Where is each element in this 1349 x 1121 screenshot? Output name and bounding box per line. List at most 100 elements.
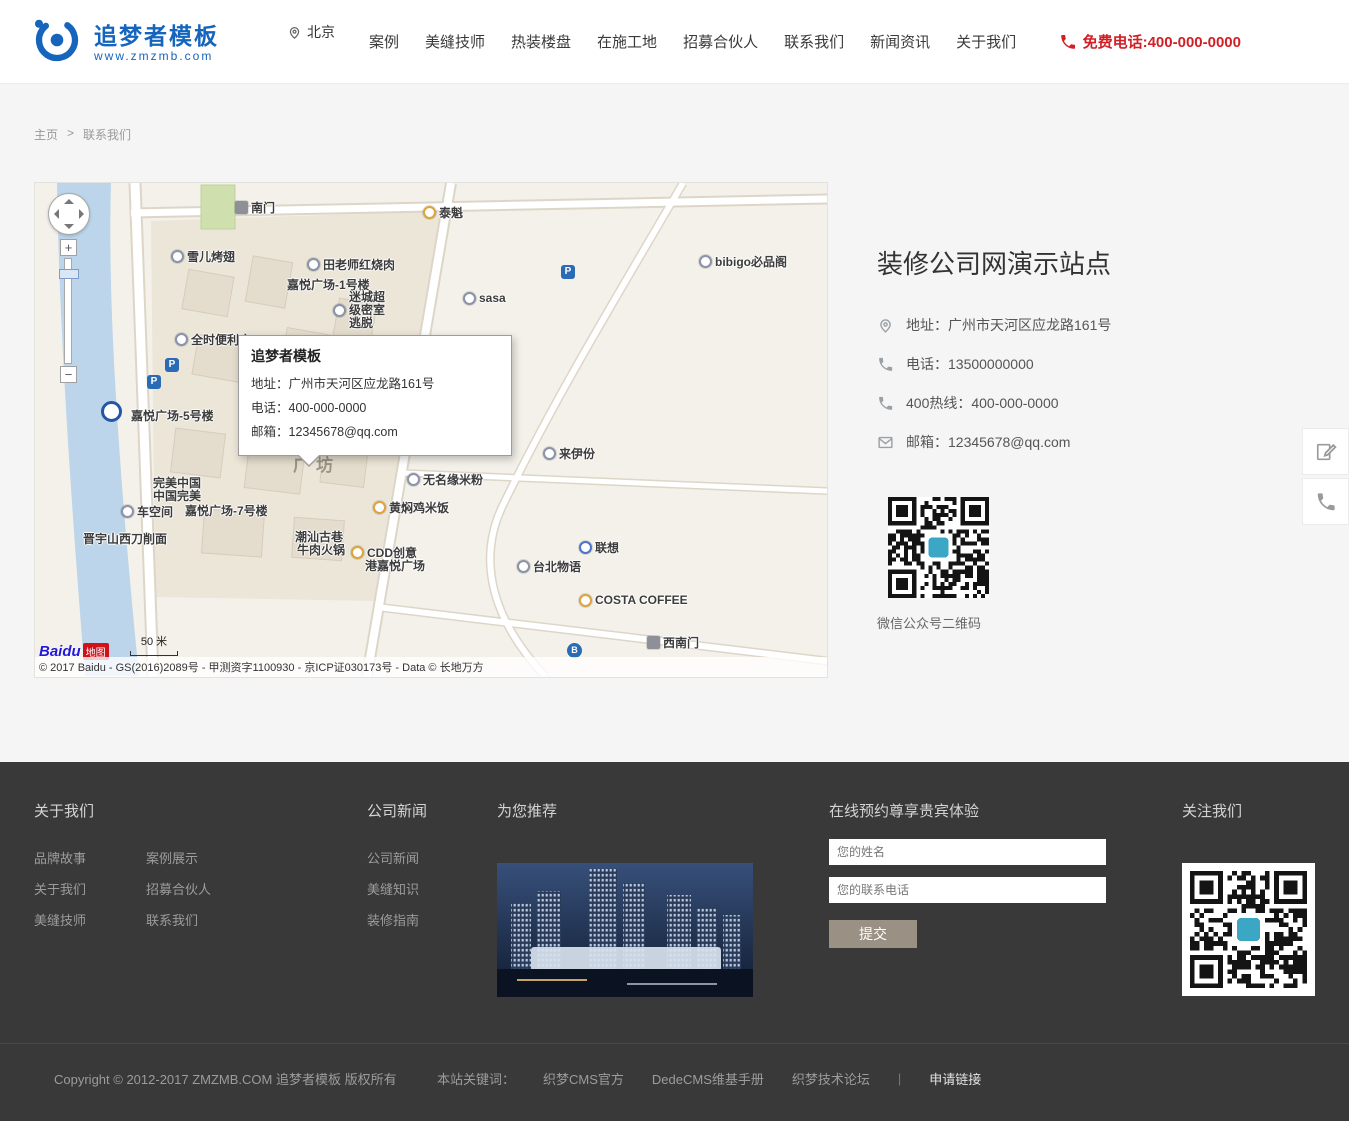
footer-link-cases[interactable]: 案例展示: [146, 849, 211, 868]
footer-link-company-news[interactable]: 公司新闻: [367, 849, 427, 868]
booking-phone-input[interactable]: [829, 877, 1106, 903]
bottom-link-apply[interactable]: 申请链接: [929, 1069, 981, 1088]
poi-icon: [175, 333, 188, 346]
contact-phone-row: 电话：13500000000: [877, 354, 1307, 374]
nav-item-construction-sites[interactable]: 在施工地: [597, 31, 657, 52]
parking-icon: P: [147, 375, 161, 389]
footer-booking-column: 在线预约尊享贵宾体验 提交: [829, 800, 1106, 948]
poi-icon: [579, 594, 592, 607]
footer-follow-title: 关注我们: [1182, 800, 1315, 821]
header: 追梦者模板 www.zmzmb.com 北京 案例 美缝技师 热装楼盘 在施工地…: [0, 0, 1349, 84]
feedback-form-button[interactable]: [1302, 428, 1349, 475]
map-poi: COSTA COFFEE: [579, 593, 688, 607]
footer-link-knowledge[interactable]: 美缝知识: [367, 880, 427, 899]
map-poi: 联想: [579, 539, 619, 556]
phone-icon: [877, 395, 894, 412]
parking-icon: P: [561, 265, 575, 279]
footer-follow-column: 关注我们: [1182, 800, 1315, 996]
nav-item-technicians[interactable]: 美缝技师: [425, 31, 485, 52]
site-logo[interactable]: 追梦者模板 www.zmzmb.com: [30, 13, 219, 72]
recommend-building-image[interactable]: [497, 863, 753, 997]
footer-link-about-us[interactable]: 关于我们: [34, 880, 86, 899]
booking-submit-button[interactable]: 提交: [829, 920, 917, 948]
poi-icon: [517, 560, 530, 573]
wechat-qr-code: [1190, 871, 1307, 988]
bus-stop-icon: B: [567, 643, 582, 658]
map-poi: 车空间: [121, 503, 173, 520]
footer-news-column: 公司新闻 公司新闻 美缝知识 装修指南: [367, 800, 427, 942]
nav-item-recruit-partners[interactable]: 招募合伙人: [683, 31, 758, 52]
bottom-link-dedecms-wiki[interactable]: DedeCMS维基手册: [652, 1069, 764, 1088]
poi-icon: [373, 501, 386, 514]
footer-about-column: 关于我们 品牌故事 关于我们 美缝技师 案例展示 招募合伙人 联系我们: [34, 800, 211, 942]
zoom-in-button[interactable]: +: [60, 239, 77, 256]
footer-link-recruit[interactable]: 招募合伙人: [146, 880, 211, 899]
map-poi: bibigo必品阁: [699, 253, 787, 270]
poi-icon: [423, 206, 436, 219]
nav-item-hot-properties[interactable]: 热装楼盘: [511, 31, 571, 52]
keywords-label: 本站关键词：: [437, 1069, 515, 1088]
parking-icon: P: [165, 358, 179, 372]
contact-hotline: 400热线：400-000-0000: [906, 393, 1059, 413]
bottom-link-dedecms-forum[interactable]: 织梦技术论坛: [792, 1069, 870, 1088]
bottom-link-dedecms-official[interactable]: 织梦CMS官方: [543, 1069, 624, 1088]
map-pan-control[interactable]: [48, 193, 90, 235]
infowindow-email: 邮箱：12345678@qq.com: [251, 421, 499, 440]
call-button[interactable]: [1302, 478, 1349, 525]
mail-icon: [877, 434, 894, 451]
nav-item-contact-us[interactable]: 联系我们: [784, 31, 844, 52]
infowindow-phone: 电话：400-000-0000: [251, 397, 499, 416]
map-poi: 晋宇山西刀削面: [83, 530, 167, 547]
metro-station-icon: [101, 401, 122, 422]
poi-icon: [307, 258, 320, 271]
map-poi: 泰魁: [423, 204, 463, 221]
logo-subtitle: www.zmzmb.com: [94, 49, 219, 63]
map-infowindow: 追梦者模板 地址：广州市天河区应龙路161号 电话：400-000-0000 邮…: [238, 335, 512, 456]
poi-icon: [351, 546, 364, 559]
nav-item-news[interactable]: 新闻资讯: [870, 31, 930, 52]
phone-icon: [1059, 33, 1077, 51]
contact-hotline-row: 400热线：400-000-0000: [877, 393, 1307, 413]
copyright-text: Copyright © 2012-2017 ZMZMB.COM 追梦者模板 版权…: [54, 1069, 397, 1088]
poi-icon: [543, 447, 556, 460]
map-poi: 黄焖鸡米饭: [373, 499, 449, 516]
map-attribution: © 2017 Baidu - GS(2016)2089号 - 甲测资字11009…: [35, 657, 827, 677]
map-poi: 田老师红烧肉: [307, 256, 395, 273]
header-hotline: 免费电话:400-000-0000: [1059, 31, 1241, 52]
footer-news-title: 公司新闻: [367, 800, 427, 821]
map-poi: sasa: [463, 291, 506, 305]
infowindow-title: 追梦者模板: [251, 346, 499, 366]
poi-icon: [463, 292, 476, 305]
nav-item-about-us[interactable]: 关于我们: [956, 31, 1016, 52]
location-pin-icon: [287, 25, 302, 40]
map-poi: 港嘉悦广场: [365, 557, 425, 574]
footer-link-contact[interactable]: 联系我们: [146, 911, 211, 930]
gate-icon: [647, 636, 660, 649]
city-label: 北京: [307, 22, 335, 42]
zoom-slider-handle[interactable]: [59, 269, 79, 279]
pan-up-icon: [64, 199, 74, 204]
footer-recommend-column: 为您推荐: [497, 800, 753, 997]
booking-name-input[interactable]: [829, 839, 1106, 865]
zoom-out-button[interactable]: −: [60, 366, 77, 383]
map-poi: 台北物语: [517, 558, 581, 575]
pan-down-icon: [64, 224, 74, 229]
pan-left-icon: [54, 209, 59, 219]
hotline-number: 免费电话:400-000-0000: [1083, 31, 1241, 52]
map-poi: 西南门: [647, 634, 699, 651]
map-poi: 牛肉火锅: [297, 541, 345, 558]
breadcrumb: 主页 > 联系我们: [34, 126, 131, 143]
baidu-map[interactable]: 南门 泰魁 雪儿烤翅 田老师红烧肉 嘉悦广场-1号楼 迷城超级密室逃脱 sasa…: [34, 182, 828, 678]
logo-title: 追梦者模板: [94, 23, 219, 49]
contact-address-row: 地址：广州市天河区应龙路161号: [877, 315, 1307, 335]
footer: 关于我们 品牌故事 关于我们 美缝技师 案例展示 招募合伙人 联系我们 公司新闻…: [0, 762, 1349, 1121]
nav-item-cases[interactable]: 案例: [369, 31, 399, 52]
footer-link-technicians[interactable]: 美缝技师: [34, 911, 86, 930]
footer-link-brand-story[interactable]: 品牌故事: [34, 849, 86, 868]
city-selector[interactable]: 北京: [287, 22, 335, 42]
map-poi: 嘉悦广场-7号楼: [185, 502, 268, 519]
contact-phone: 电话：13500000000: [906, 354, 1034, 374]
breadcrumb-home[interactable]: 主页: [34, 126, 58, 143]
phone-icon: [1315, 491, 1337, 513]
footer-link-guide[interactable]: 装修指南: [367, 911, 427, 930]
